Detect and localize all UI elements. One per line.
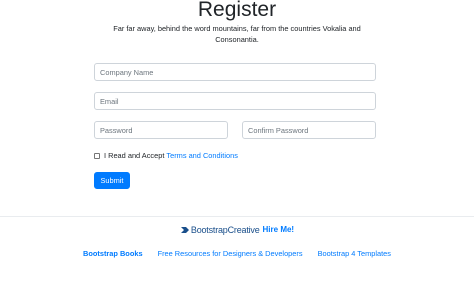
footer-links: Bootstrap Books Free Resources for Desig… bbox=[0, 249, 474, 258]
confirm-password-input[interactable] bbox=[242, 121, 376, 139]
password-input[interactable] bbox=[94, 121, 228, 139]
terms-link[interactable]: Terms and Conditions bbox=[166, 151, 237, 160]
company-name-input[interactable] bbox=[94, 63, 376, 81]
terms-checkbox-label: I Read and Accept bbox=[104, 151, 165, 160]
page-subtitle: Far far away, behind the word mountains,… bbox=[113, 24, 361, 44]
footer-link-bootstrap-4-templates[interactable]: Bootstrap 4 Templates bbox=[318, 249, 391, 258]
terms-checkbox[interactable] bbox=[94, 152, 100, 159]
page-title: Register bbox=[197, 0, 277, 21]
footer-link-bootstrap-books[interactable]: Bootstrap Books bbox=[83, 249, 143, 258]
register-page: Register Far far away, behind the word m… bbox=[0, 0, 474, 285]
footer-link-free-resources[interactable]: Free Resources for Designers & Developer… bbox=[158, 249, 303, 258]
bootstrap-creative-logo-icon bbox=[180, 225, 190, 235]
submit-button[interactable]: Submit bbox=[94, 172, 130, 189]
footer-brand: BootstrapCreative Hire Me! bbox=[0, 224, 474, 236]
hire-me-link[interactable]: Hire Me! bbox=[263, 224, 295, 236]
brand-name[interactable]: BootstrapCreative bbox=[191, 224, 260, 236]
terms-row: I Read and Accept Terms and Conditions bbox=[94, 150, 238, 161]
footer-divider bbox=[0, 216, 474, 217]
email-input[interactable] bbox=[94, 92, 376, 110]
